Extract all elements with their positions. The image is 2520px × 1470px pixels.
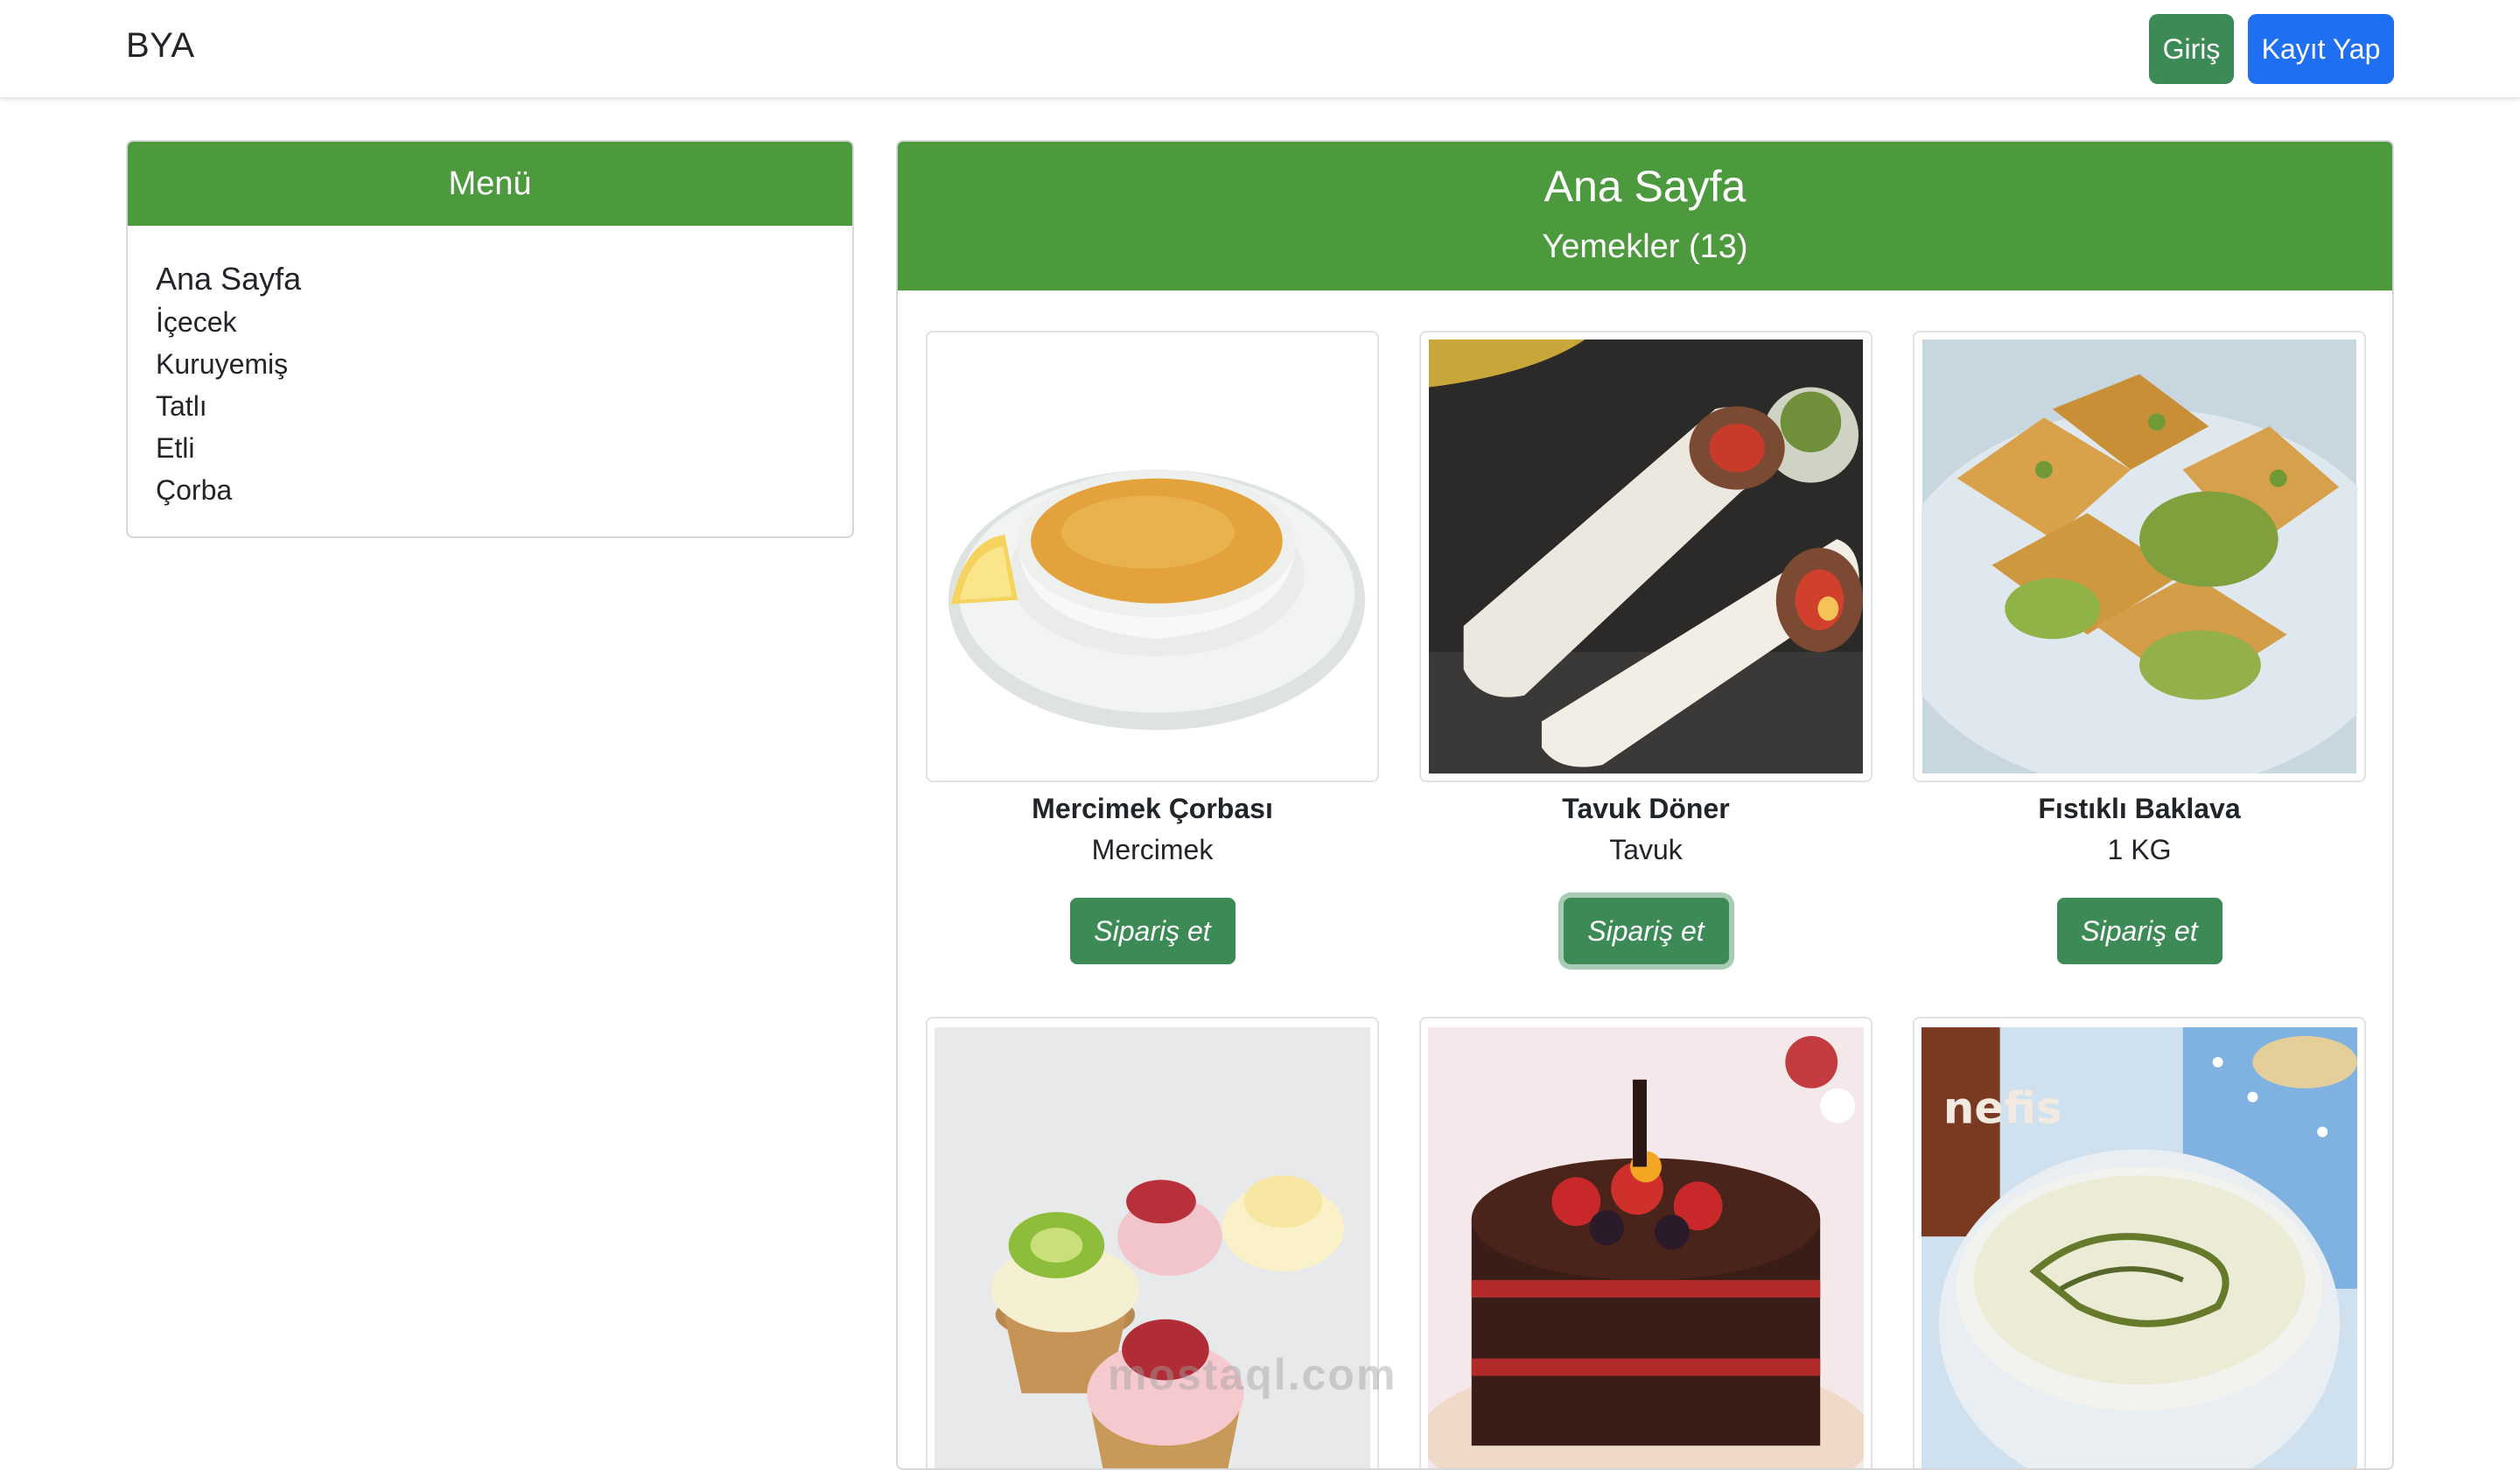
main-header: Ana Sayfa Yemekler (13) [898,142,2392,290]
chocolate-berry-cake-image[interactable] [1419,1017,1872,1468]
order-button[interactable]: Sipariş et [2056,898,2222,964]
order-button[interactable]: Sipariş et [1563,898,1729,964]
sidebar-item-desserts[interactable]: Tatlı [156,385,824,427]
yogurt-soup-image[interactable]: nefis [1913,1017,2366,1468]
page-title: Ana Sayfa [1544,162,1746,211]
product-name: Fıstıklı Baklava [2038,793,2241,824]
product-name: Tavuk Döner [1562,793,1730,824]
sidebar-item-drinks[interactable]: İçecek [156,301,824,343]
product-card: Mercimek Çorbası Mercimek Sipariş et [926,331,1379,964]
lentil-soup-illustration [935,340,1369,774]
sidebar-item-meat[interactable]: Etli [156,427,824,469]
sidebar-title: Menü [128,142,852,226]
login-button[interactable]: Giriş [2149,14,2234,84]
product-description: Mercimek [1091,834,1214,865]
chicken-doner-image[interactable] [1419,331,1872,782]
product-card: Tavuk Döner Tavuk Sipariş et [1419,331,1872,964]
main-panel: Ana Sayfa Yemekler (13) Mercimek Çorbası… [896,140,2394,1470]
pistachio-baklava-image[interactable] [1913,331,2366,782]
chocolate-cake-illustration [1428,1027,1864,1468]
baklava-illustration [1922,340,2357,774]
watermark-text: mostaql.com [1108,1350,1397,1399]
nefis-logo-lettering: nefis [1943,1083,2062,1134]
product-card: nefis [1913,1017,2366,1468]
sidebar-item-nuts[interactable]: Kuruyemiş [156,343,824,385]
fruit-tartlets-image[interactable] [926,1017,1379,1468]
order-button[interactable]: Sipariş et [1069,898,1236,964]
product-description: 1 KG [2107,834,2172,865]
yogurt-soup-illustration: nefis [1922,1027,2357,1468]
product-name: Mercimek Çorbası [1032,793,1273,824]
product-card [1419,1017,1872,1468]
fruit-tartlets-illustration [934,1027,1370,1468]
register-button[interactable]: Kayıt Yap [2248,14,2394,84]
product-description: Tavuk [1609,834,1683,865]
product-card: Fıstıklı Baklava 1 KG Sipariş et [1913,331,2366,964]
sidebar-item-home[interactable]: Ana Sayfa [156,257,824,301]
lentil-soup-image[interactable] [926,331,1379,782]
product-count: Yemekler (13) [1542,228,1748,265]
category-sidebar: Menü Ana Sayfa İçecek Kuruyemiş Tatlı Et… [126,140,854,538]
category-list: Ana Sayfa İçecek Kuruyemiş Tatlı Etli Ço… [128,226,852,511]
doner-wrap-illustration [1429,340,1863,774]
product-card [926,1017,1379,1468]
navbar: BYA Giriş Kayıt Yap [0,0,2520,98]
sidebar-item-soup[interactable]: Çorba [156,469,824,511]
brand-logo[interactable]: BYA [126,26,195,66]
